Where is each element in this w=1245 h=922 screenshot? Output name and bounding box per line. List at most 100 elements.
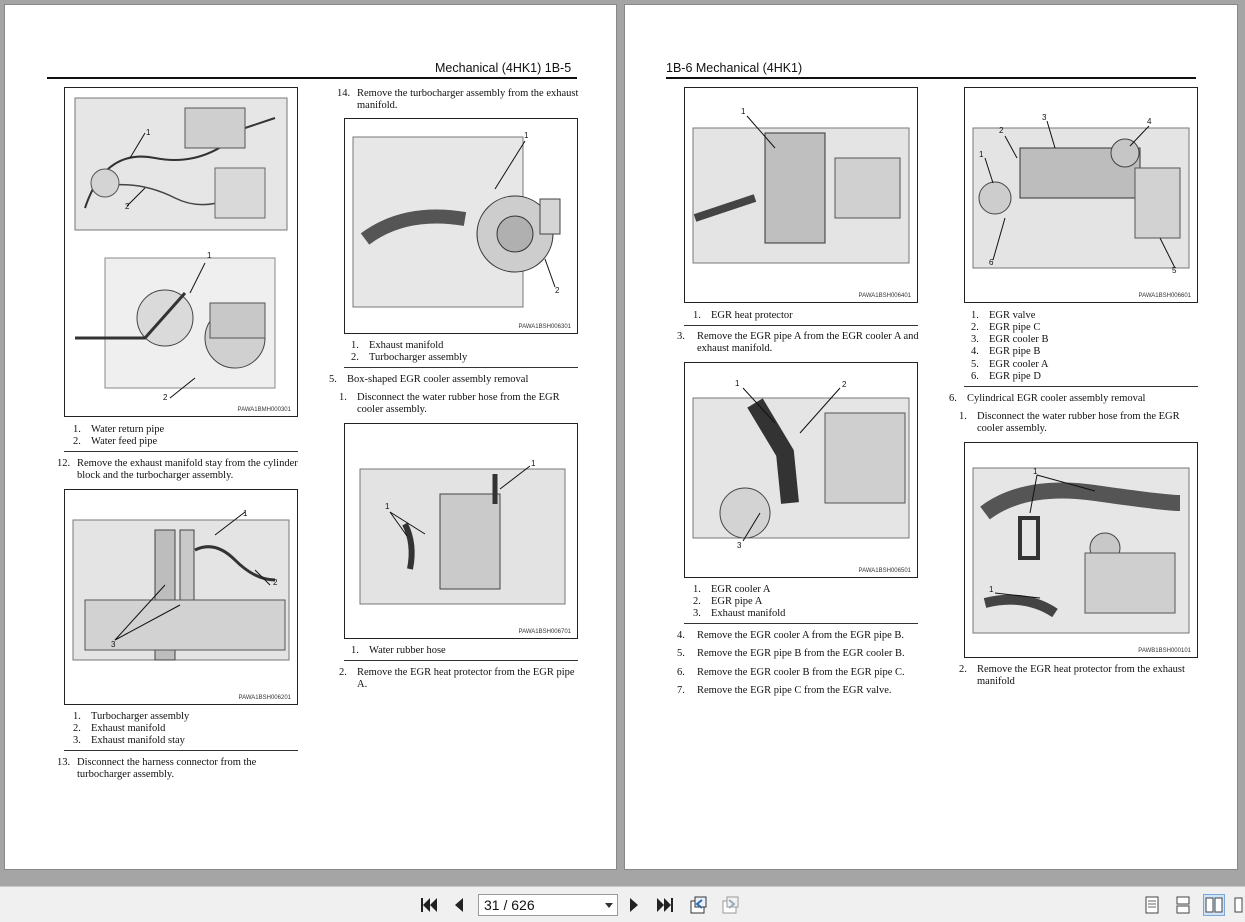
callout-2: 2: [555, 286, 560, 295]
legend-item: 5. EGR cooler A: [971, 359, 1049, 370]
step-6-1: 1. Disconnect the water rubber hose from …: [959, 411, 1180, 435]
step-5-1: 1. Disconnect the water rubber hose from …: [339, 392, 560, 416]
legend-item: 2. Turbocharger assembly: [351, 352, 468, 363]
callout-1: 1: [979, 150, 984, 159]
legend-item: 3. EGR cooler B: [971, 334, 1049, 345]
figure-exhaust-manifold-stay: 1 2 3 PAWA1BSH006201: [64, 489, 298, 705]
legend-item: 2. EGR pipe A: [693, 596, 763, 607]
callout-1: 1: [531, 459, 536, 468]
legend-item: 2. Exhaust manifold: [73, 723, 166, 734]
callout-3: 3: [111, 640, 116, 649]
legend-rule: [344, 367, 578, 368]
engine-illustration: [972, 120, 1190, 269]
facing-view-icon: [1234, 897, 1243, 913]
callout-2: 2: [125, 202, 130, 211]
go-back-button[interactable]: [687, 894, 709, 916]
continuous-view-icon: [1176, 896, 1190, 914]
step-6: 6. Remove the EGR cooler B from the EGR p…: [677, 667, 905, 678]
callout-3: 3: [737, 541, 742, 550]
page-header: Mechanical (4HK1) 1B-5: [435, 61, 572, 75]
step-5-2: 2. Remove the EGR heat protector from the…: [339, 667, 575, 691]
figure-code: PAWA1BSH006701: [518, 629, 571, 635]
engine-illustration: [72, 511, 290, 661]
engine-illustration: [692, 115, 910, 264]
go-forward-icon: [722, 896, 739, 914]
last-page-button[interactable]: [654, 894, 676, 916]
navigation-toolbar: 31 / 626: [0, 886, 1245, 922]
figure-egr-cooler-parts: 1 2 3 4 5 6 PAWA1BSH006601: [964, 87, 1198, 303]
go-back-icon: [690, 896, 707, 914]
engine-illustration: [352, 136, 561, 308]
figure-code: PAWA1BSH006501: [858, 568, 911, 574]
page-indicator: 31 / 626: [484, 897, 535, 913]
callout-1: 1: [385, 502, 390, 511]
figure-code: PAWA1BSH006301: [518, 324, 571, 330]
figure-egr-heat-protector: 1 PAWA1BSH006401: [684, 87, 918, 303]
engine-illustration: [692, 387, 910, 542]
step-5: 5. Remove the EGR pipe B from the EGR coo…: [677, 648, 905, 659]
legend-item: 2. EGR pipe C: [971, 322, 1041, 333]
legend-rule: [964, 386, 1198, 387]
callout-4: 4: [1147, 117, 1152, 126]
legend-item: 2. Water feed pipe: [73, 436, 158, 447]
legend-item: 4. EGR pipe B: [971, 346, 1041, 357]
chevron-down-icon: [605, 903, 613, 908]
continuous-view-button[interactable]: [1172, 894, 1194, 916]
step-7: 7. Remove the EGR pipe C from the EGR val…: [677, 685, 892, 696]
legend-item: 1. Water return pipe: [73, 424, 165, 435]
legend-rule: [684, 623, 918, 624]
legend-item: 1. Exhaust manifold: [351, 340, 444, 351]
callout-3: 3: [1042, 113, 1047, 122]
step-4: 4. Remove the EGR cooler A from the EGR p…: [677, 630, 905, 641]
document-page-left: Mechanical (4HK1) 1B-5 1 2 1 2 PAWA1BMH0…: [4, 4, 617, 870]
legend-rule: [684, 325, 918, 326]
callout-1: 1: [243, 509, 248, 518]
section-6-heading: 6. Cylindrical EGR cooler assembly remova…: [949, 393, 1146, 404]
legend-item: 3. Exhaust manifold: [693, 608, 786, 619]
step-14: 14. Remove the turbocharger assembly from…: [337, 88, 579, 112]
go-forward-button[interactable]: [719, 894, 741, 916]
next-page-icon: [630, 898, 638, 912]
two-page-view-icon: [1205, 897, 1223, 913]
next-page-button[interactable]: [623, 894, 645, 916]
page-header: 1B-6 Mechanical (4HK1): [666, 61, 803, 75]
callout-2: 2: [842, 380, 847, 389]
callout-1: 1: [146, 128, 151, 137]
header-rule: [666, 77, 1196, 79]
section-5-heading: 5. Box-shaped EGR cooler assembly removal: [329, 374, 529, 385]
callout-6: 6: [989, 258, 994, 267]
legend-item: 1. EGR valve: [971, 310, 1036, 321]
figure-code: PAWA1BMH000301: [237, 407, 291, 413]
two-page-view-button[interactable]: [1203, 894, 1225, 916]
legend-rule: [64, 750, 298, 751]
step-13: 13. Disconnect the harness connector from…: [57, 757, 257, 781]
callout-1: 1: [524, 131, 529, 140]
legend-rule: [344, 660, 578, 661]
figure-egr-pipe-a: 1 2 3 PAWA1BSH006501: [684, 362, 918, 578]
legend-item: 1. EGR heat protector: [693, 310, 793, 321]
first-page-icon: [421, 898, 437, 912]
header-rule: [47, 77, 577, 79]
prev-page-button[interactable]: [448, 894, 470, 916]
callout-2: 2: [273, 578, 278, 587]
callout-1: 1: [741, 107, 746, 116]
last-page-icon: [657, 898, 673, 912]
single-page-view-button[interactable]: [1141, 894, 1163, 916]
first-page-button[interactable]: [418, 894, 440, 916]
callout-2: 2: [999, 126, 1004, 135]
legend-rule: [64, 451, 298, 452]
figure-water-pipes: 1 2 1 2 PAWA1BMH000301: [64, 87, 298, 417]
prev-page-icon: [455, 898, 463, 912]
legend-item: 3. Exhaust manifold stay: [73, 735, 185, 746]
legend-item: 6. EGR pipe D: [971, 371, 1041, 382]
engine-illustration: [359, 465, 566, 605]
figure-code: PAWA1BSH006601: [1138, 293, 1191, 299]
figure-code: PAWA1BSH006401: [858, 293, 911, 299]
callout-1: 1: [735, 379, 740, 388]
callout-5: 5: [1172, 266, 1177, 275]
page-number-select[interactable]: 31 / 626: [478, 894, 618, 916]
legend-item: 1. Water rubber hose: [351, 645, 446, 656]
facing-view-button[interactable]: [1234, 894, 1245, 916]
engine-illustration: [74, 97, 288, 399]
legend-item: 1. EGR cooler A: [693, 584, 771, 595]
